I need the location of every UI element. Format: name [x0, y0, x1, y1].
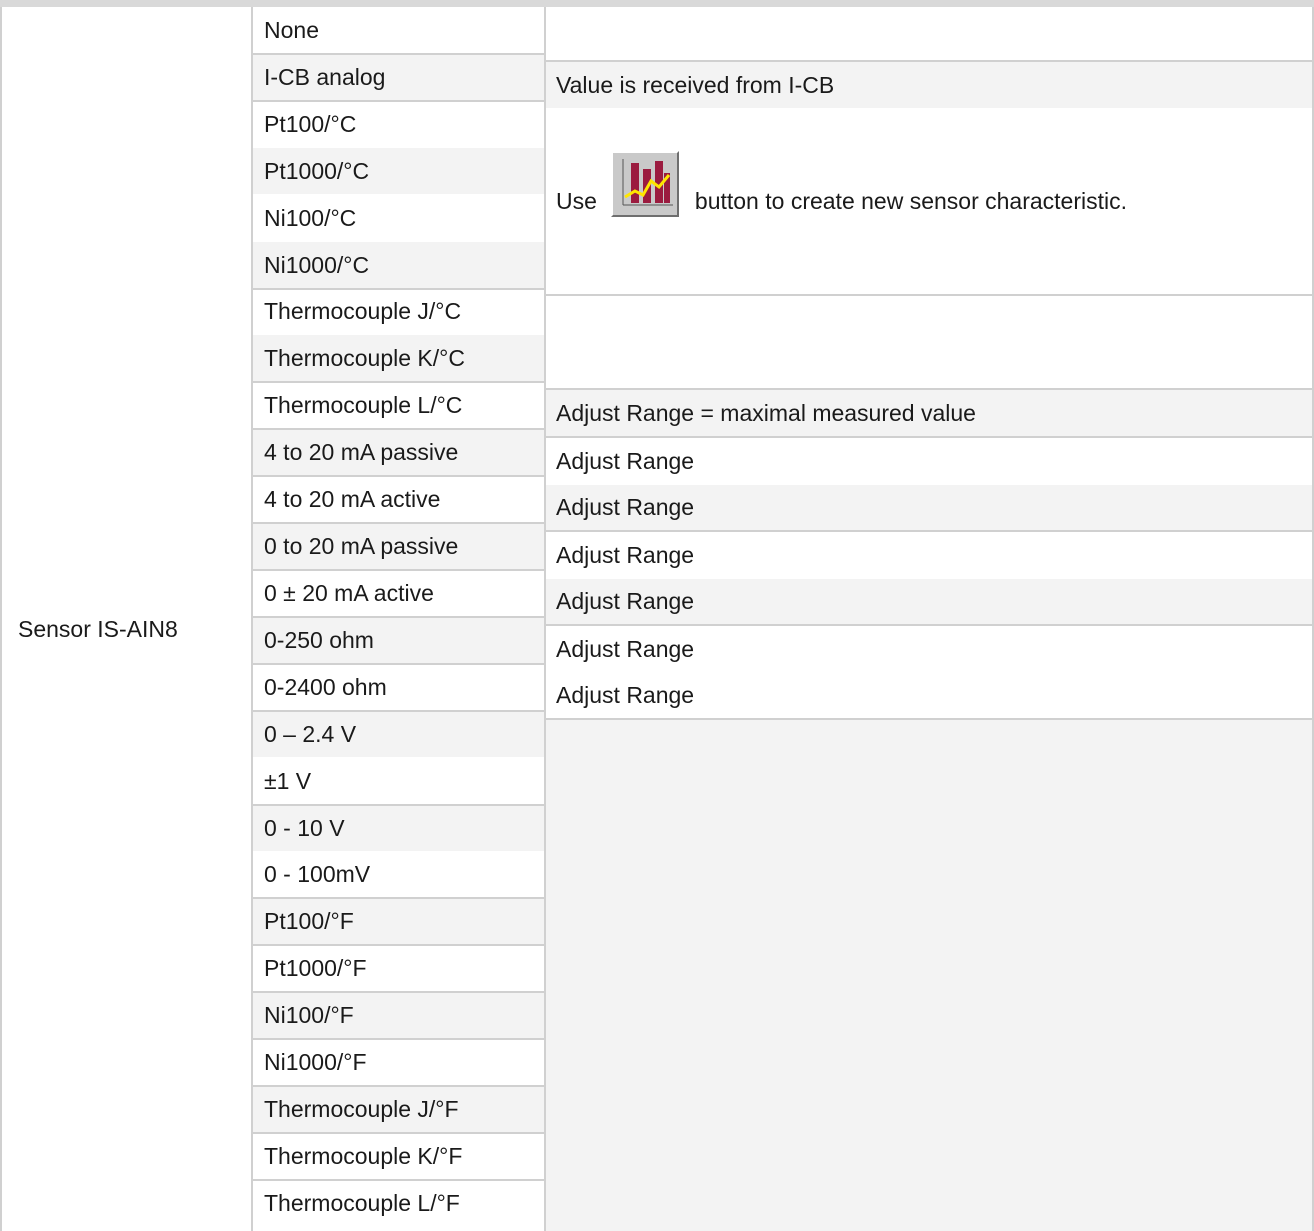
sensor-characteristic-chart-icon[interactable] [610, 150, 679, 217]
column-divider-1 [251, 7, 253, 1231]
sensor-option: Ni1000/°C [253, 242, 545, 288]
desc-divider [546, 294, 1312, 296]
sensor-option: 0-250 ohm [253, 617, 545, 663]
description-2400-ohm: Adjust Range [556, 682, 695, 708]
sensor-option: 0 - 100mV [264, 861, 371, 887]
sensor-option: Pt100/°F [253, 898, 545, 944]
column-divider-2 [544, 7, 546, 1231]
description-voltage-and-fahrenheit [546, 720, 1313, 1231]
description-thermocouple-l: Adjust Range = maximal measured value [546, 390, 1313, 436]
desc-divider [546, 718, 1312, 720]
sensor-option: 0-2400 ohm [264, 673, 387, 700]
sensor-option: Thermocouple L/°F [264, 1189, 460, 1216]
option-divider [253, 288, 544, 290]
description-250-ohm: Adjust Range [556, 635, 695, 662]
sensor-option: Thermocouple K/°C [253, 335, 545, 381]
option-divider [253, 1179, 544, 1181]
table-left-border [0, 7, 2, 1231]
sensor-option: 0 - 10 V [253, 805, 545, 851]
description-0-20-active: Adjust Range [546, 579, 1313, 624]
sensor-option: Pt1000/°F [264, 954, 367, 981]
option-divider [253, 710, 544, 712]
option-divider [253, 804, 544, 806]
sensor-option: Ni100/°C [264, 204, 357, 231]
characteristic-note-prefix: Use [556, 188, 597, 214]
option-divider [253, 991, 544, 993]
sensor-group-label: Sensor IS-AIN8 [18, 615, 178, 642]
sensor-options-table: Sensor IS-AIN8 None I-CB analog Pt100/°C Pt… [0, 7, 1314, 1231]
description-4-20-passive: Adjust Range [556, 447, 695, 474]
option-divider [253, 616, 544, 618]
top-border [0, 0, 1314, 7]
description-0-20-passive: Adjust Range [556, 541, 695, 568]
sensor-option: Ni1000/°F [264, 1048, 367, 1075]
option-divider [253, 53, 544, 55]
desc-divider [546, 436, 1312, 438]
desc-divider [546, 624, 1312, 626]
desc-divider [546, 388, 1312, 390]
sensor-option: Thermocouple L/°C [264, 391, 463, 418]
option-divider [253, 569, 544, 571]
option-divider [253, 1132, 544, 1134]
sensor-option: ±1 V [264, 767, 312, 794]
option-divider [253, 100, 544, 102]
sensor-option: Pt100/°C [264, 110, 357, 137]
desc-divider [546, 60, 1312, 62]
option-divider [253, 944, 544, 946]
option-divider [253, 1038, 544, 1040]
sensor-option: Thermocouple J/°C [264, 298, 462, 324]
sensor-option: Pt1000/°C [253, 148, 545, 194]
sensor-option: Thermocouple K/°F [264, 1142, 463, 1169]
characteristic-note: Use button to create new sensor characte… [556, 150, 1128, 235]
sensor-option: I-CB analog [253, 54, 545, 100]
sensor-option: 4 to 20 mA passive [253, 429, 545, 475]
option-divider [253, 1085, 544, 1087]
option-divider [253, 475, 544, 477]
description-thermocouple-c [546, 296, 1313, 388]
sensor-option: Ni100/°F [253, 992, 545, 1038]
desc-divider [546, 530, 1312, 532]
option-divider [253, 381, 544, 383]
option-divider [253, 663, 544, 665]
sensor-option: 0 to 20 mA passive [253, 523, 545, 569]
characteristic-note-suffix: button to create new sensor characterist… [694, 188, 1128, 214]
option-divider [253, 428, 544, 430]
sensor-option: 4 to 20 mA active [264, 485, 441, 512]
description-icb-analog: Value is received from I-CB [546, 62, 1313, 108]
option-divider [253, 897, 544, 899]
sensor-option: None [264, 16, 319, 43]
sensor-option: 0 ± 20 mA active [264, 579, 434, 606]
option-divider [253, 522, 544, 524]
sensor-option: 0 – 2.4 V [253, 711, 545, 757]
description-4-20-active: Adjust Range [546, 485, 1313, 530]
description-characteristic: Use button to create new sensor characte… [546, 109, 1313, 294]
description-none [546, 7, 1313, 60]
sensor-option: Thermocouple J/°F [253, 1086, 545, 1132]
